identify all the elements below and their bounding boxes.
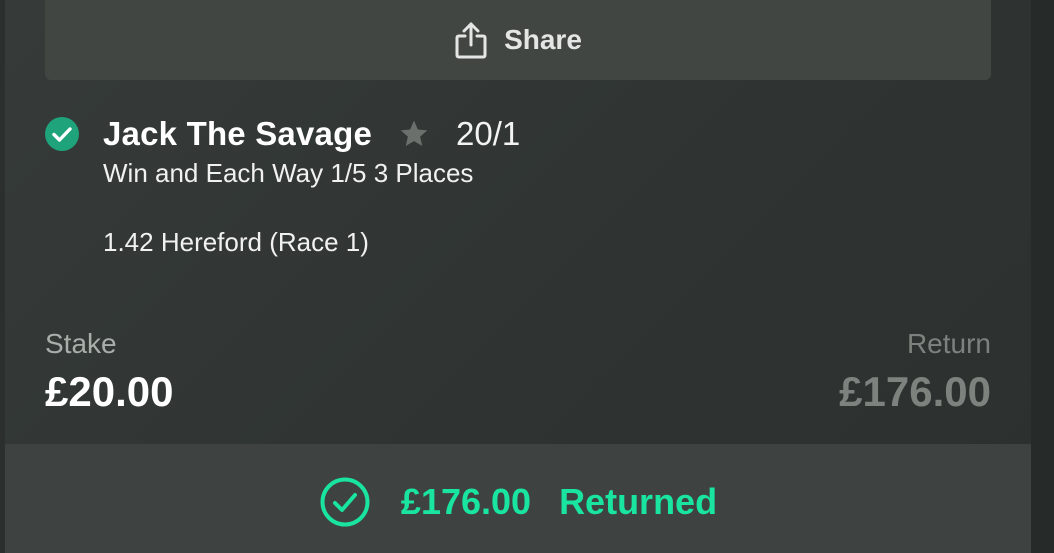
- share-button-content: Share: [454, 21, 582, 59]
- share-icon: [455, 22, 487, 59]
- stake-value: £20.00: [45, 368, 174, 415]
- check-circle-outline-icon: [320, 477, 370, 526]
- event-description: 1.42 Hereford (Race 1): [103, 227, 369, 257]
- share-button[interactable]: Share: [45, 0, 991, 80]
- selection-odds: 20/1: [456, 115, 521, 152]
- share-label: Share: [504, 24, 582, 55]
- return-label: Return: [906, 328, 991, 359]
- star-icon[interactable]: [398, 118, 430, 150]
- selection-header: Jack The Savage 20/1: [45, 112, 520, 156]
- returned-status: Returned: [559, 480, 718, 522]
- result-bar: £176.00 Returned: [5, 444, 1031, 553]
- result-content: £176.00 Returned: [319, 476, 717, 528]
- returned-amount: £176.00: [400, 480, 532, 522]
- market-description: Win and Each Way 1/5 3 Places: [103, 158, 474, 188]
- selection-name: Jack The Savage: [103, 115, 372, 152]
- stake-label: Stake: [45, 328, 117, 359]
- bet-card: Share Jack The Savage 20/1 Win and Each …: [5, 0, 1031, 553]
- return-value: £176.00: [839, 368, 991, 415]
- check-circle-icon: [45, 117, 79, 151]
- scroll-edge: [1031, 0, 1054, 553]
